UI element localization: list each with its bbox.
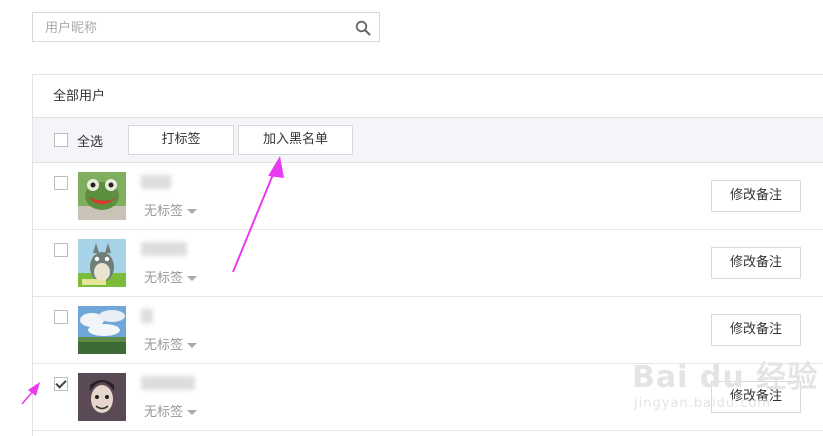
baidu-jingyan-watermark: Bai du 经验 jingyan.baidu.com bbox=[620, 352, 820, 436]
tag-dropdown[interactable]: 无标签 bbox=[144, 334, 198, 353]
watermark-main-text: Bai du 经验 bbox=[632, 360, 819, 395]
edit-remark-button[interactable]: 修改备注 bbox=[711, 180, 801, 212]
tag-label: 无标签 bbox=[144, 405, 184, 420]
caret-down-icon bbox=[187, 209, 198, 214]
tag-label: 无标签 bbox=[144, 271, 184, 286]
tag-dropdown[interactable]: 无标签 bbox=[144, 200, 198, 219]
search-icon[interactable] bbox=[355, 20, 371, 36]
select-all-checkbox[interactable] bbox=[54, 133, 68, 147]
tag-dropdown[interactable]: 无标签 bbox=[144, 401, 198, 420]
user-checkbox[interactable] bbox=[54, 310, 68, 324]
tag-label: 无标签 bbox=[144, 204, 184, 219]
tag-dropdown[interactable]: 无标签 bbox=[144, 267, 198, 286]
edit-remark-button[interactable]: 修改备注 bbox=[711, 314, 801, 346]
edit-remark-button[interactable]: 修改备注 bbox=[711, 247, 801, 279]
select-all-label[interactable]: 全选 bbox=[77, 131, 103, 150]
search-input[interactable] bbox=[43, 19, 347, 37]
tag-label: 无标签 bbox=[144, 338, 184, 353]
user-checkbox[interactable] bbox=[54, 176, 68, 190]
caret-down-icon bbox=[187, 276, 198, 281]
user-checkbox-checked[interactable] bbox=[54, 377, 68, 391]
add-to-blacklist-button[interactable]: 加入黑名单 bbox=[238, 125, 353, 155]
user-row: 无标签 修改备注 bbox=[33, 230, 823, 297]
tag-button[interactable]: 打标签 bbox=[128, 125, 234, 155]
totoro-avatar bbox=[78, 239, 126, 287]
panel-title: 全部用户 bbox=[33, 75, 823, 118]
user-row: 无标签 修改备注 bbox=[33, 163, 823, 230]
user-nickname-blurred bbox=[141, 309, 153, 323]
bulk-action-toolbar: 全选 打标签 加入黑名单 bbox=[33, 118, 823, 163]
frog-avatar bbox=[78, 172, 126, 220]
search-box[interactable] bbox=[32, 12, 380, 42]
user-checkbox[interactable] bbox=[54, 243, 68, 257]
user-nickname-blurred bbox=[141, 175, 171, 189]
user-nickname-blurred bbox=[141, 242, 187, 256]
caret-down-icon bbox=[187, 343, 198, 348]
portrait-avatar bbox=[78, 373, 126, 421]
watermark-sub-text: jingyan.baidu.com bbox=[634, 396, 771, 411]
user-nickname-blurred bbox=[141, 376, 195, 390]
caret-down-icon bbox=[187, 410, 198, 415]
sky-landscape-avatar bbox=[78, 306, 126, 354]
